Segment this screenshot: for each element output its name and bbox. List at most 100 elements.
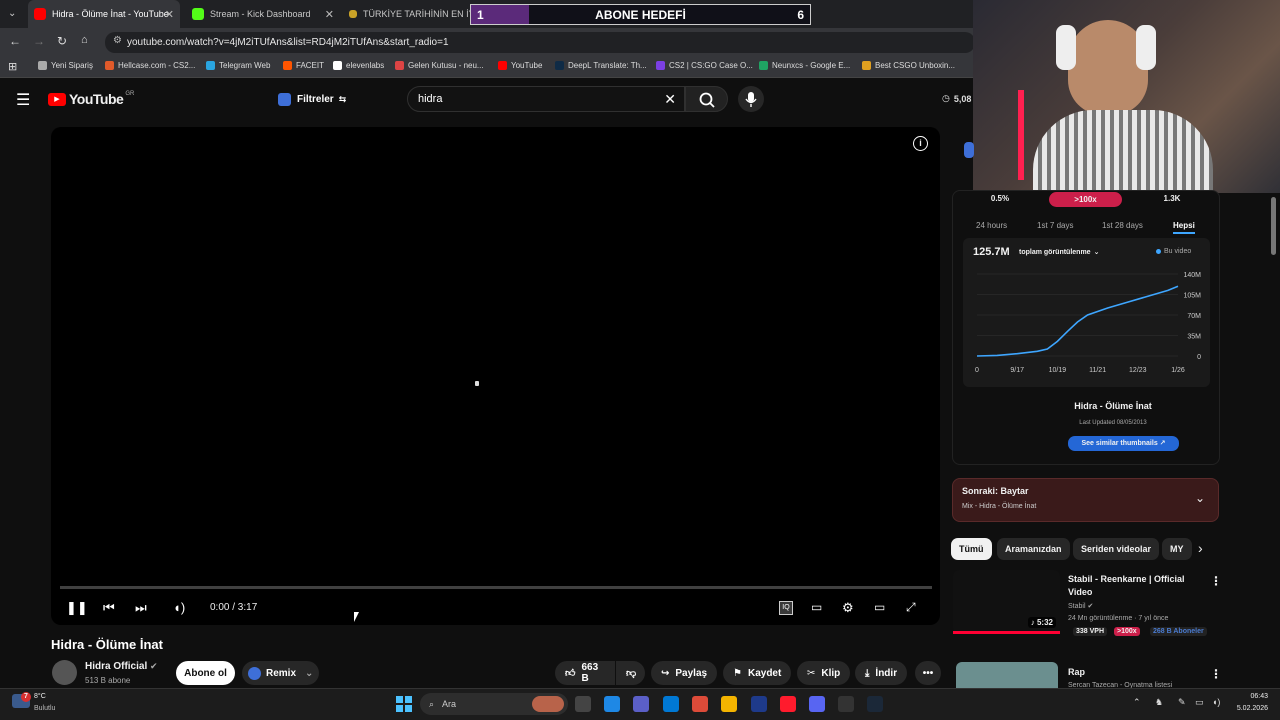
youtube-favicon-icon (34, 8, 46, 20)
pause-icon[interactable]: ❚❚ (66, 600, 88, 616)
extension-tab-icon[interactable] (964, 142, 974, 158)
hamburger-menu-icon[interactable]: ☰ (16, 90, 30, 110)
discord-icon[interactable] (809, 696, 825, 712)
reload-icon[interactable]: ↻ (57, 34, 67, 48)
chevron-right-icon[interactable]: › (1198, 540, 1203, 556)
bookmark-item[interactable]: Neunxcs - Google E... (759, 61, 850, 70)
more-vert-icon[interactable]: ⋮ (1210, 574, 1222, 588)
bookmark-item[interactable]: FACEIT (283, 61, 324, 70)
forward-icon[interactable]: → (33, 34, 45, 48)
chip-all[interactable]: Tümü (951, 538, 992, 560)
range-all[interactable]: Hepsi (1173, 221, 1195, 234)
subtitles-icon[interactable]: ▭ (811, 600, 822, 614)
search-input[interactable]: hidra ✕ (407, 86, 685, 112)
legend-dot (1156, 249, 1161, 254)
tab-kick[interactable]: Stream - Kick Dashboard ✕ (186, 0, 340, 28)
site-info-icon[interactable]: ⚙ (113, 35, 122, 46)
bookmark-item[interactable]: Hellcase.com - CS2... (105, 61, 195, 70)
bookmark-item[interactable]: elevenlabs (333, 61, 384, 70)
chip-from-search[interactable]: Aramanızdan (997, 538, 1070, 560)
rec-thumbnail[interactable] (956, 662, 1058, 690)
network-icon[interactable]: ▭ (1195, 697, 1204, 708)
rec-title[interactable]: Stabil - Reenkarne | Official Video (1068, 573, 1196, 599)
next-icon[interactable]: ⏭ (135, 600, 147, 616)
opera-icon[interactable] (780, 696, 796, 712)
range-7d[interactable]: 1st 7 days (1037, 221, 1073, 230)
metric-select[interactable]: toplam görüntülenme ⌄ (1019, 248, 1099, 257)
bookmark-item[interactable]: YouTube (498, 61, 542, 70)
range-28d[interactable]: 1st 28 days (1102, 221, 1143, 230)
settings-gear-icon[interactable]: ⚙ (842, 600, 854, 616)
tray-chevron-icon[interactable]: ⌃ (1133, 697, 1141, 708)
bookmark-item[interactable]: Telegram Web (206, 61, 270, 70)
scrollbar-thumb[interactable] (1271, 197, 1276, 255)
info-icon[interactable]: i (913, 136, 928, 151)
bookmark-label: CS2 | CS:GO Case O... (669, 61, 753, 70)
steam-icon[interactable] (867, 696, 883, 712)
subscribe-button[interactable]: Abone ol (176, 661, 235, 685)
bookmark-item[interactable]: CS2 | CS:GO Case O... (656, 61, 753, 70)
progress-bar[interactable] (60, 586, 932, 589)
video-player[interactable] (51, 127, 940, 625)
channel-avatar[interactable] (52, 660, 77, 685)
similar-thumbnails-button[interactable]: See similar thumbnails ↗ (1068, 436, 1179, 451)
previous-icon[interactable]: ⏮ (103, 600, 115, 616)
rec-thumbnail[interactable]: ♪ 5:32 (953, 570, 1060, 634)
tab-third[interactable]: TÜRKİYE TARİHİNİN EN İYİ RA (345, 0, 470, 28)
chip-my[interactable]: MY (1162, 538, 1192, 560)
bookmark-item[interactable]: Best CSGO Unboxin... (862, 61, 955, 70)
tab-list-chevron-icon[interactable]: ⌄ (8, 8, 16, 19)
download-button[interactable]: ⤓ İndir (855, 661, 908, 685)
channel-name[interactable]: Hidra Official ✔ (85, 661, 158, 672)
youtube-logo[interactable]: ▶ YouTube GR (48, 91, 134, 107)
range-24h[interactable]: 24 hours (976, 221, 1007, 230)
voice-search-button[interactable] (738, 86, 764, 112)
clip-button[interactable]: ✂ Klip (797, 661, 851, 685)
home-icon[interactable]: ⌂ (81, 34, 88, 46)
back-icon[interactable]: ← (9, 34, 21, 48)
bookmark-item[interactable]: Yeni Sipariş (38, 61, 93, 70)
next-up-panel[interactable] (952, 478, 1219, 522)
clear-search-icon[interactable]: ✕ (664, 91, 676, 108)
explorer-icon[interactable] (721, 696, 737, 712)
like-button[interactable]: 👍︎ 663 B (555, 661, 615, 685)
bookmark-label: FACEIT (296, 61, 325, 70)
save-button[interactable]: ⚑ Kaydet (723, 661, 792, 685)
chrome-icon[interactable] (692, 696, 708, 712)
copilot-icon[interactable] (604, 696, 620, 712)
share-button[interactable]: ↪ Paylaş (651, 661, 718, 685)
tab-youtube[interactable]: Hidra - Ölüme İnat - YouTube ✕ (28, 0, 180, 28)
extension-icon[interactable]: IQ (779, 601, 793, 615)
remix-button[interactable]: Remix ⌄ (242, 661, 320, 685)
apps-grid-icon[interactable]: ⊞ (8, 60, 17, 73)
bookmark-item[interactable]: Gelen Kutusu - neu... (395, 61, 484, 70)
stat-engagement: 0.5% (990, 194, 1010, 203)
bookmark-item[interactable]: DeepL Translate: Th... (555, 61, 647, 70)
rec-title[interactable]: Rap (1068, 667, 1085, 677)
theater-mode-icon[interactable]: ▭ (874, 600, 885, 614)
rec-channel[interactable]: Stabil ✔ (1068, 602, 1093, 610)
filters-button[interactable]: Filtreler ⇆ (278, 88, 358, 110)
chevron-down-icon[interactable]: ⌄ (1195, 491, 1205, 505)
pen-icon[interactable]: ✎ (1178, 697, 1186, 708)
volume-icon[interactable]: ◖) (173, 600, 185, 615)
windows-start-icon[interactable] (396, 696, 412, 712)
close-icon[interactable]: ✕ (165, 8, 174, 21)
chip-series[interactable]: Seriden videolar (1073, 538, 1160, 560)
search-button[interactable] (685, 86, 728, 112)
obs-icon[interactable] (838, 696, 854, 712)
teams-icon[interactable] (633, 696, 649, 712)
address-bar[interactable]: ⚙ youtube.com/watch?v=4jM2iTUfAns&list=R… (105, 32, 975, 53)
subs-badge: 268 B Aboneler (1150, 627, 1207, 636)
close-icon[interactable]: ✕ (325, 8, 334, 21)
speaker-icon[interactable]: ◖) (1212, 697, 1220, 707)
store-icon[interactable] (751, 696, 767, 712)
taskbar-search[interactable]: ⌕ Ara (420, 693, 568, 715)
task-view-icon[interactable] (575, 696, 591, 712)
dislike-button[interactable]: 👎︎ (616, 661, 645, 685)
fullscreen-icon[interactable]: ⤢ (906, 600, 916, 615)
more-vert-icon[interactable]: ⋮ (1210, 667, 1222, 681)
tray-app-icon[interactable]: ♞ (1155, 697, 1163, 708)
more-actions-button[interactable]: ••• (915, 661, 941, 685)
edge-icon[interactable] (663, 696, 679, 712)
